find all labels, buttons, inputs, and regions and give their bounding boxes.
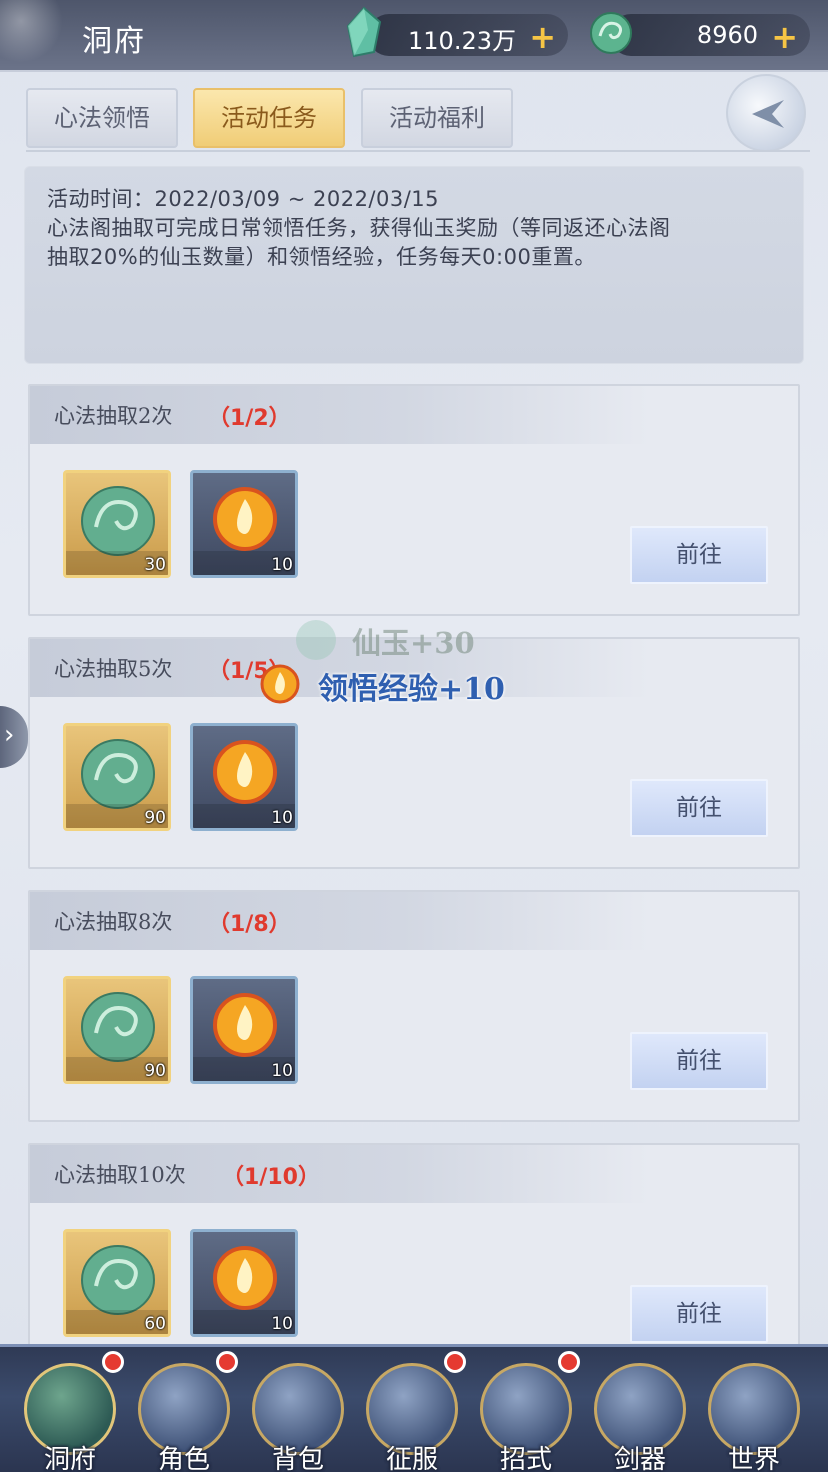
add-jade-button[interactable]: + xyxy=(771,18,798,56)
nav-item-bag[interactable]: 背包 xyxy=(242,1347,354,1472)
jade-icon xyxy=(590,12,632,54)
flame-orb-icon xyxy=(213,1246,277,1310)
jade-icon xyxy=(81,992,155,1062)
back-arrow-icon xyxy=(752,100,784,128)
add-crystal-button[interactable]: + xyxy=(529,18,556,56)
event-info-panel: 活动时间：2022/03/09 ~ 2022/03/15 心法阁抽取可完成日常领… xyxy=(24,166,804,364)
bottom-nav: 洞府 角色 背包 征服 招式 剑器 世界 xyxy=(0,1344,828,1472)
goto-button[interactable]: 前往 xyxy=(630,526,768,584)
jade-icon xyxy=(81,739,155,809)
reward-qty: 90 xyxy=(144,1061,166,1081)
tab-heart-method[interactable]: 心法领悟 xyxy=(26,88,178,148)
tab-divider xyxy=(26,150,810,152)
nav-label: 征服 xyxy=(385,1445,438,1472)
decor-leaf-icon xyxy=(0,0,70,70)
task-progress: （1/10） xyxy=(222,1165,320,1190)
nav-item-dongfu[interactable]: 洞府 xyxy=(14,1347,126,1472)
nav-label: 角色 xyxy=(157,1445,210,1472)
nav-item-character[interactable]: 角色 xyxy=(128,1347,240,1472)
jade-icon xyxy=(81,1245,155,1315)
reward-exp[interactable]: 10 xyxy=(190,976,298,1084)
flame-orb-icon xyxy=(213,740,277,804)
goto-button[interactable]: 前往 xyxy=(630,779,768,837)
back-button[interactable] xyxy=(726,74,806,152)
flame-orb-icon xyxy=(213,993,277,1057)
nav-label: 世界 xyxy=(727,1445,780,1472)
reward-exp[interactable]: 10 xyxy=(190,723,298,831)
nav-item-skills[interactable]: 招式 xyxy=(470,1347,582,1472)
flame-orb-icon xyxy=(260,664,300,704)
nav-label: 招式 xyxy=(499,1445,552,1472)
side-expand-button[interactable]: › xyxy=(0,706,28,768)
notification-badge xyxy=(216,1351,238,1373)
task-title: 心法抽取5次 xyxy=(54,657,173,681)
task-title: 心法抽取2次 xyxy=(54,404,173,428)
notification-badge xyxy=(102,1351,124,1373)
nav-label: 背包 xyxy=(271,1445,324,1472)
reward-jade[interactable]: 90 xyxy=(63,976,171,1084)
reward-qty: 10 xyxy=(271,1061,293,1081)
reward-qty: 10 xyxy=(271,555,293,575)
reward-jade[interactable]: 30 xyxy=(63,470,171,578)
reward-qty: 10 xyxy=(271,1314,293,1334)
chevron-right-icon: › xyxy=(4,720,15,750)
jade-amount: 8960 xyxy=(696,21,758,49)
crystal-icon xyxy=(346,6,382,58)
nav-item-conquer[interactable]: 征服 xyxy=(356,1347,468,1472)
nav-item-world[interactable]: 世界 xyxy=(698,1347,810,1472)
goto-button[interactable]: 前往 xyxy=(630,1032,768,1090)
task-card: 心法抽取2次 （1/2） 30 10 前往 xyxy=(28,384,800,616)
reward-qty: 10 xyxy=(271,808,293,828)
reward-exp[interactable]: 10 xyxy=(190,1229,298,1337)
reward-jade[interactable]: 90 xyxy=(63,723,171,831)
jade-icon xyxy=(81,486,155,556)
reward-jade[interactable]: 60 xyxy=(63,1229,171,1337)
crystal-amount: 110.23万 xyxy=(408,27,516,55)
page-title: 洞府 xyxy=(82,24,146,59)
reward-popup-jade: 仙玉+30 xyxy=(352,626,475,660)
nav-label: 洞府 xyxy=(43,1445,96,1472)
event-desc-line2: 抽取20%的仙玉数量）和领悟经验，任务每天0:00重置。 xyxy=(47,245,596,269)
notification-badge xyxy=(444,1351,466,1373)
tab-event-rewards[interactable]: 活动福利 xyxy=(361,88,513,148)
reward-qty: 90 xyxy=(144,808,166,828)
task-card: 心法抽取10次 （1/10） 60 10 前往 xyxy=(28,1143,800,1375)
nav-item-sword[interactable]: 剑器 xyxy=(584,1347,696,1472)
tab-event-tasks[interactable]: 活动任务 xyxy=(193,88,345,148)
reward-qty: 60 xyxy=(144,1314,166,1334)
top-bar: 洞府 110.23万 + 8960 + xyxy=(0,0,828,72)
currency-jade: 8960 + xyxy=(610,14,810,56)
event-desc-line1: 心法阁抽取可完成日常领悟任务，获得仙玉奖励（等同返还心法阁 xyxy=(47,216,671,240)
task-title: 心法抽取10次 xyxy=(54,1163,186,1187)
task-progress: （1/8） xyxy=(208,912,291,937)
goto-button[interactable]: 前往 xyxy=(630,1285,768,1343)
reward-qty: 30 xyxy=(144,555,166,575)
task-card: 心法抽取8次 （1/8） 90 10 前往 xyxy=(28,890,800,1122)
notification-badge xyxy=(558,1351,580,1373)
jade-icon xyxy=(296,620,336,660)
reward-exp[interactable]: 10 xyxy=(190,470,298,578)
reward-popup-exp: 领悟经验+10 xyxy=(318,672,505,707)
task-progress: （1/2） xyxy=(208,406,291,431)
nav-label: 剑器 xyxy=(613,1445,666,1472)
currency-crystal: 110.23万 + xyxy=(368,14,568,56)
flame-orb-icon xyxy=(213,487,277,551)
event-time: 活动时间：2022/03/09 ~ 2022/03/15 xyxy=(47,187,440,211)
task-title: 心法抽取8次 xyxy=(54,910,173,934)
